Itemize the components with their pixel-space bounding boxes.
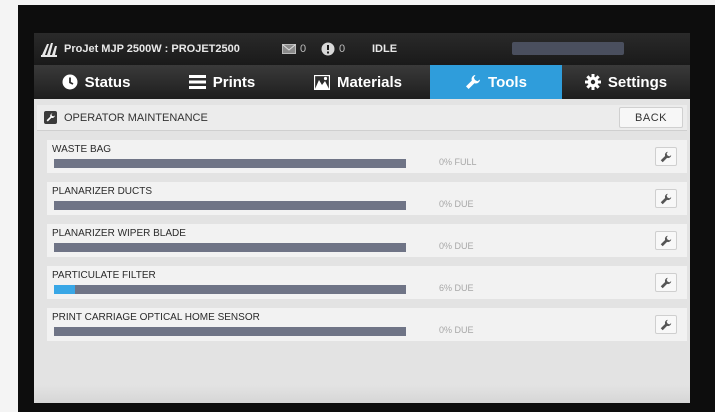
envelope-icon[interactable] [282, 44, 296, 54]
maintenance-item: PRINT CARRIAGE OPTICAL HOME SENSOR 0% DUE [47, 308, 687, 341]
back-button[interactable]: BACK [619, 107, 683, 128]
materials-icon [313, 74, 330, 90]
alert-icon[interactable] [321, 42, 335, 56]
maintenance-item-status: 6% DUE [439, 283, 474, 293]
gear-icon [584, 74, 601, 90]
maintenance-progress-bar [54, 201, 406, 210]
alert-count: 0 [339, 43, 346, 55]
tab-materials[interactable]: Materials [286, 65, 430, 99]
printer-touchscreen: ProJet MJP 2500W : PROJET2500 0 0 IDLE S… [34, 33, 690, 403]
tab-tools[interactable]: Tools [430, 65, 562, 99]
maintenance-item: PARTICULATE FILTER 6% DUE [47, 266, 687, 299]
maintenance-wrench-button[interactable] [655, 315, 677, 334]
content-footer [34, 385, 690, 403]
maintenance-item-label: PLANARIZER WIPER BLADE [52, 228, 186, 239]
message-count: 0 [300, 43, 307, 55]
status-bar: ProJet MJP 2500W : PROJET2500 0 0 IDLE [34, 33, 690, 65]
wrench-icon [660, 235, 672, 246]
tab-prints[interactable]: Prints [158, 65, 286, 99]
tab-tools-label: Tools [488, 73, 527, 91]
maintenance-progress-bar [54, 327, 406, 336]
maintenance-item: PLANARIZER WIPER BLADE 0% DUE [47, 224, 687, 257]
tab-status-label: Status [84, 73, 131, 91]
printer-state: IDLE [372, 43, 398, 55]
maintenance-progress-fill [54, 285, 76, 294]
maintenance-item-status: 0% FULL [439, 157, 477, 167]
maintenance-wrench-button[interactable] [655, 189, 677, 208]
maintenance-item: WASTE BAG 0% FULL [47, 140, 687, 173]
maintenance-item-label: PARTICULATE FILTER [52, 270, 156, 281]
main-tab-bar: Status Prints Materials Tools Settings [34, 65, 690, 99]
tools-content-panel: OPERATOR MAINTENANCE BACK WASTE BAG 0% FU… [34, 99, 690, 403]
maintenance-wrench-button[interactable] [655, 147, 677, 166]
clock-icon [62, 74, 78, 90]
wrench-icon [660, 151, 672, 162]
maintenance-item-status: 0% DUE [439, 199, 474, 209]
maintenance-progress-bar [54, 159, 406, 168]
list-icon [188, 75, 206, 89]
wrench-icon [466, 75, 481, 89]
maintenance-item-label: PLANARIZER DUCTS [52, 186, 153, 197]
printer-name: ProJet MJP 2500W : PROJET2500 [64, 43, 240, 55]
status-progress-box [512, 42, 624, 55]
maintenance-item: PLANARIZER DUCTS 0% DUE [47, 182, 687, 215]
tab-settings[interactable]: Settings [562, 65, 690, 99]
maintenance-progress-bar [54, 243, 406, 252]
tab-materials-label: Materials [336, 73, 403, 91]
section-header: OPERATOR MAINTENANCE BACK [37, 105, 687, 131]
section-title: OPERATOR MAINTENANCE [64, 112, 208, 124]
tab-settings-label: Settings [607, 73, 668, 91]
wrench-icon [660, 277, 672, 288]
maintenance-icon [44, 111, 57, 124]
maintenance-item-label: PRINT CARRIAGE OPTICAL HOME SENSOR [52, 312, 260, 323]
tab-prints-label: Prints [212, 73, 256, 91]
maintenance-item-label: WASTE BAG [52, 144, 112, 155]
maintenance-wrench-button[interactable] [655, 273, 677, 292]
maintenance-wrench-button[interactable] [655, 231, 677, 250]
maintenance-item-status: 0% DUE [439, 241, 474, 251]
maintenance-item-status: 0% DUE [439, 325, 474, 335]
maintenance-progress-bar [54, 285, 406, 294]
tab-status[interactable]: Status [34, 65, 158, 99]
3dsystems-logo-icon [41, 43, 57, 57]
wrench-icon [660, 193, 672, 204]
wrench-icon [660, 319, 672, 330]
